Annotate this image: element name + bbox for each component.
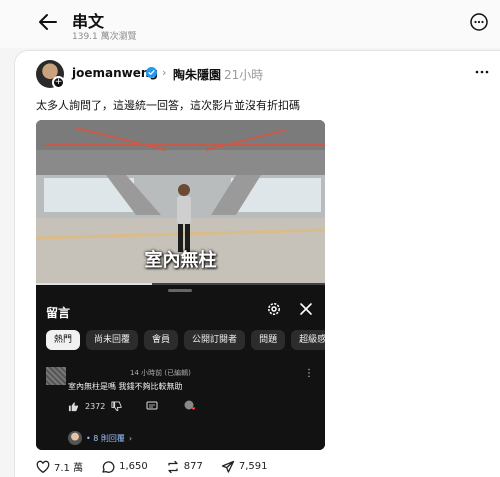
gear-icon[interactable]	[266, 301, 282, 317]
chip-super[interactable]: 超級感	[291, 330, 325, 350]
heart-icon	[36, 460, 50, 473]
comment-time: 14 小時前 (已編輯)	[130, 369, 191, 377]
creator-heart-icon	[184, 400, 196, 410]
comment-actions: 2372	[68, 400, 196, 412]
partner-name[interactable]: 陶朱隱園	[173, 66, 221, 83]
post-more-icon[interactable]	[474, 64, 490, 80]
reply-avatar	[68, 431, 82, 445]
comment-stat[interactable]: 1,650	[101, 460, 148, 474]
back-arrow-icon[interactable]	[36, 10, 60, 34]
comments-sheet: 留言 熱門 尚未回覆 會員 公開訂閱者 問題 超級感 14 小時前 (已編輯) …	[36, 285, 325, 450]
repost-count: 877	[183, 461, 203, 472]
share-stat[interactable]: 7,591	[221, 460, 268, 474]
chip-unreplied[interactable]: 尚未回覆	[86, 330, 139, 350]
chip-public-subscribers[interactable]: 公開訂閱者	[184, 330, 246, 350]
filter-chips: 熱門 尚未回覆 會員 公開訂閱者 問題 超級感	[46, 330, 325, 350]
replies-count: • 8 則回覆	[86, 433, 125, 443]
chevron-right-icon: ›	[128, 433, 133, 443]
post-time: 21小時	[224, 68, 264, 82]
drag-handle[interactable]	[168, 289, 192, 292]
follow-plus-icon[interactable]: +	[52, 76, 65, 89]
post-text: 太多人詢問了，這邊統一回答，這次影片並沒有折扣碼	[36, 99, 300, 112]
comment-count: 1,650	[119, 461, 148, 472]
repost-icon	[168, 460, 178, 473]
verified-badge-icon	[146, 67, 157, 78]
comment-more-icon[interactable]: ⋮	[304, 368, 314, 379]
engagement-bar: 7.1 萬 1,650 877 7,591	[36, 459, 267, 474]
video-player[interactable]: 室內無柱 留言 熱門 尚未回覆 會員 公開訂閱者 問題 超級感 14 小時前 (…	[36, 120, 325, 450]
close-icon[interactable]	[299, 302, 313, 316]
replies-link[interactable]: • 8 則回覆 ›	[68, 431, 132, 445]
view-count: 139.1 萬次瀏覽	[72, 32, 137, 42]
chip-members[interactable]: 會員	[144, 330, 179, 350]
like-count: 2372	[85, 401, 106, 411]
chevron-right-icon: ›	[162, 66, 167, 79]
thumbs-down-icon[interactable]	[111, 400, 122, 412]
share-icon	[221, 460, 234, 473]
comment-avatar[interactable]	[46, 367, 66, 385]
chip-questions[interactable]: 問題	[251, 330, 286, 350]
chip-hot[interactable]: 熱門	[46, 330, 81, 350]
video-caption: 室內無柱	[144, 250, 217, 271]
reply-icon[interactable]	[146, 401, 158, 412]
thumbs-up-icon[interactable]	[68, 401, 79, 412]
more-options-icon[interactable]	[470, 13, 488, 31]
comment-text: 室內無柱是嗎 我錢不夠比較無助	[68, 382, 183, 391]
like-stat[interactable]: 7.1 萬	[36, 459, 83, 474]
like-count: 7.1 萬	[54, 463, 84, 474]
comment-icon	[102, 460, 115, 473]
share-count: 7,591	[238, 461, 268, 472]
comments-title: 留言	[46, 306, 71, 320]
top-bar: 串文 139.1 萬次瀏覽	[0, 0, 500, 48]
repost-stat[interactable]: 877	[166, 460, 203, 474]
